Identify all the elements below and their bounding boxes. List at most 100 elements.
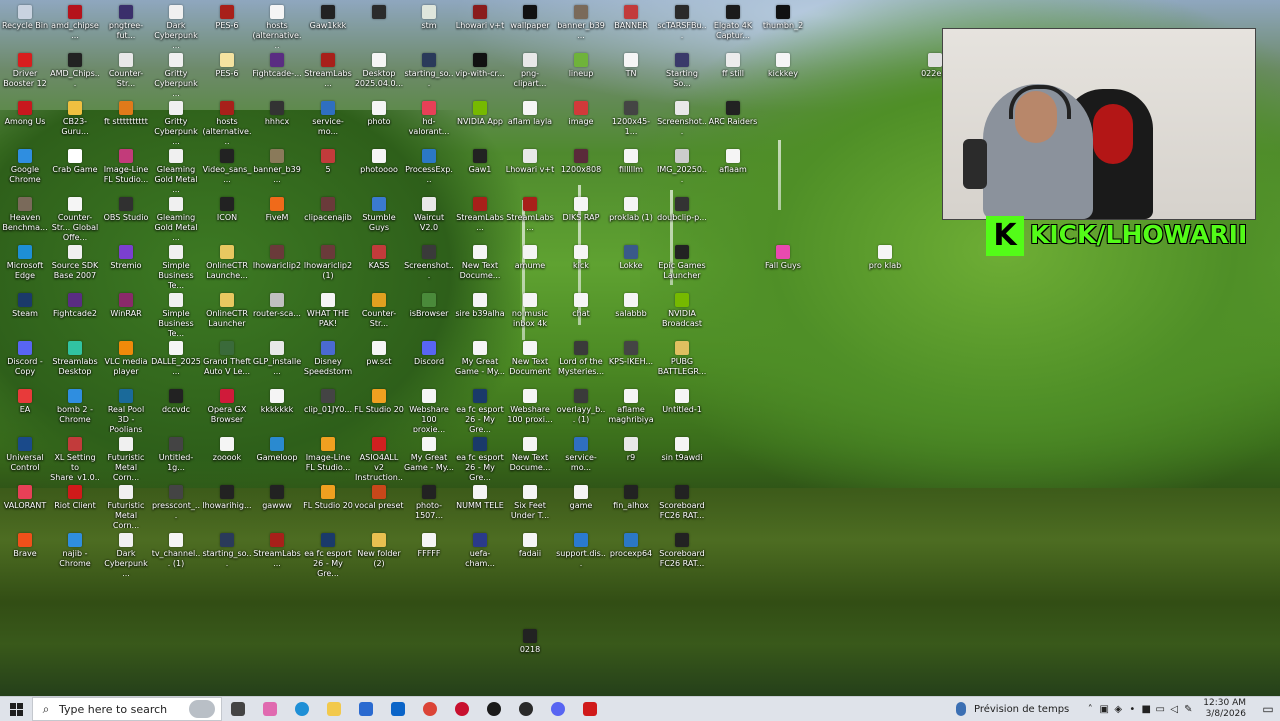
desktop-icon[interactable]: banner_b39...	[556, 0, 606, 48]
desktop-icon[interactable]: doubclip-p...	[657, 192, 707, 240]
desktop-icon[interactable]: Screenshot...	[404, 240, 454, 288]
desktop-icon[interactable]: isBrowser	[404, 288, 454, 336]
desktop-icon[interactable]: zooook	[202, 432, 252, 480]
desktop-icon[interactable]: png-clipart...	[505, 48, 555, 96]
clock[interactable]: 12:30 AM 3/8/2026	[1203, 698, 1246, 720]
desktop-icon[interactable]: ICON	[202, 192, 252, 240]
desktop-icon[interactable]: ea fc esport 26 - My Gre...	[303, 528, 353, 576]
desktop-icon[interactable]: ea fc esport 26 - My Gre...	[455, 432, 505, 480]
shield-icon[interactable]: ◈	[1111, 697, 1125, 721]
desktop-icon[interactable]: hosts (alternative...	[252, 0, 302, 48]
desktop-icon[interactable]: router-sca...	[252, 288, 302, 336]
desktop-icon[interactable]: KASS	[354, 240, 404, 288]
desktop-icon[interactable]: tv_channel... (1)	[151, 528, 201, 576]
desktop-icon[interactable]: My Great Game - My...	[455, 336, 505, 384]
desktop-icon[interactable]: starting_so...	[404, 48, 454, 96]
desktop-icon[interactable]: Lhowari v+t	[455, 0, 505, 48]
desktop-icon[interactable]: kick	[556, 240, 606, 288]
desktop-icon[interactable]: VALORANT	[0, 480, 50, 528]
desktop-icon[interactable]: Counter-Str... Global Offe...	[50, 192, 100, 240]
desktop-icon[interactable]: CB23-Guru...	[50, 96, 100, 144]
desktop-icon[interactable]: New Text Docume...	[455, 240, 505, 288]
desktop-icon[interactable]: Counter-Str...	[354, 288, 404, 336]
desktop-icon[interactable]: clip_01JY0...	[303, 384, 353, 432]
desktop-icon[interactable]: NVIDIA Broadcast	[657, 288, 707, 336]
desktop-icon[interactable]: 1200x45-1...	[606, 96, 656, 144]
desktop-icon[interactable]: proklab (1)	[606, 192, 656, 240]
desktop-icon[interactable]: BANNER	[606, 0, 656, 48]
desktop-icon[interactable]: Gritty Cyberpunk ...	[151, 48, 201, 96]
desktop-icon[interactable]: Disney Speedstorm	[303, 336, 353, 384]
desktop-icon[interactable]: starting_so...	[202, 528, 252, 576]
desktop-icon[interactable]: My Great Game - My...	[404, 432, 454, 480]
taskbar-app-red-square-button[interactable]	[574, 697, 606, 721]
desktop-icon[interactable]: photo-1507...	[404, 480, 454, 528]
desktop-icon[interactable]: New folder (2)	[354, 528, 404, 576]
desktop-icon[interactable]: OBS Studio	[101, 192, 151, 240]
desktop-icon[interactable]: Fall Guys	[758, 240, 808, 288]
desktop-icon[interactable]: fadaii	[505, 528, 555, 576]
desktop-icon[interactable]: presscont_...	[151, 480, 201, 528]
desktop-icon[interactable]: thumbn_2	[758, 0, 808, 48]
desktop-icon[interactable]: 1200x808	[556, 144, 606, 192]
volume-icon[interactable]: ◁	[1167, 697, 1181, 721]
desktop-icon[interactable]: clipacenajib	[303, 192, 353, 240]
desktop-icon[interactable]: gawww	[252, 480, 302, 528]
desktop-icon[interactable]: filllllm	[606, 144, 656, 192]
desktop-icon[interactable]: pngtree-fut...	[101, 0, 151, 48]
desktop-icon[interactable]: image	[556, 96, 606, 144]
desktop-icon[interactable]: najib - Chrome	[50, 528, 100, 576]
desktop-icon[interactable]: amd_chipse...	[50, 0, 100, 48]
desktop-icon[interactable]: kickkey	[758, 48, 808, 96]
desktop-icon[interactable]: Scoreboard FC26 RAT...	[657, 528, 707, 576]
desktop-icon[interactable]: Starting So...	[657, 48, 707, 96]
desktop-icon[interactable]: PUBG BATTLEGR...	[657, 336, 707, 384]
chevron-up-icon[interactable]: ˄	[1083, 697, 1097, 721]
desktop-icon[interactable]: sire b39alha	[455, 288, 505, 336]
desktop-icon[interactable]: sin t9awdi	[657, 432, 707, 480]
desktop-icon[interactable]: Fightcade-...	[252, 48, 302, 96]
desktop-icon[interactable]: FL Studio 20	[303, 480, 353, 528]
desktop-icon[interactable]	[354, 0, 404, 48]
desktop-icon[interactable]: VLC media player	[101, 336, 151, 384]
desktop-icon[interactable]: wallpaper	[505, 0, 555, 48]
desktop-icon[interactable]: KPS-IKEH...	[606, 336, 656, 384]
taskbar-search-box[interactable]: ⌕ Type here to search	[32, 697, 222, 721]
desktop-icon[interactable]: Scoreboard FC26 RAT...	[657, 480, 707, 528]
desktop-icon[interactable]: fin_alhox	[606, 480, 656, 528]
desktop-icon[interactable]: Gleaming Gold Metal ...	[151, 144, 201, 192]
desktop-icon[interactable]: Universal Control	[0, 432, 50, 480]
desktop-icon[interactable]: chat	[556, 288, 606, 336]
taskbar-copilot-button[interactable]	[254, 697, 286, 721]
desktop-icon[interactable]: kkkkkkk	[252, 384, 302, 432]
desktop-icon[interactable]: OnlineCTR Launcher	[202, 288, 252, 336]
desktop-icon[interactable]: photoooo	[354, 144, 404, 192]
taskbar-app-red-button[interactable]	[446, 697, 478, 721]
desktop-icon[interactable]: hd-valorant...	[404, 96, 454, 144]
desktop-icon[interactable]: TN	[606, 48, 656, 96]
desktop-icon[interactable]: DALLE_2025...	[151, 336, 201, 384]
desktop-icon[interactable]: StreamLabs...	[505, 192, 555, 240]
desktop-icon[interactable]: New Text Document	[505, 336, 555, 384]
desktop-icon[interactable]: Crab Game	[50, 144, 100, 192]
desktop-icon[interactable]: NUMM TELE	[455, 480, 505, 528]
desktop-icon[interactable]: Dark Cyberpunk ...	[101, 528, 151, 576]
pen-icon[interactable]: ✎	[1181, 697, 1195, 721]
desktop-icon[interactable]: ft stttttttttt	[101, 96, 151, 144]
desktop-icon[interactable]: bomb 2 - Chrome	[50, 384, 100, 432]
desktop-icon[interactable]: aflam layla	[505, 96, 555, 144]
desktop-icon[interactable]: Microsoft Edge	[0, 240, 50, 288]
desktop-icon[interactable]: Source SDK Base 2007	[50, 240, 100, 288]
taskbar-microsoft-store-button[interactable]	[350, 697, 382, 721]
desktop-icon[interactable]: dccvdc	[151, 384, 201, 432]
desktop-icon[interactable]: Desktop 2025.04.0...	[354, 48, 404, 96]
desktop-icon[interactable]: Screenshot...	[657, 96, 707, 144]
desktop-icon[interactable]: Futuristic Metal Corn...	[101, 432, 151, 480]
desktop-icon[interactable]: Gritty Cyberpunk ...	[151, 96, 201, 144]
desktop-icon[interactable]: pw.sct	[354, 336, 404, 384]
desktop-icon[interactable]: PES-6	[202, 48, 252, 96]
desktop-icon[interactable]: Video_sans_...	[202, 144, 252, 192]
desktop-icon[interactable]: GLP_installe...	[252, 336, 302, 384]
desktop-icon[interactable]: Lokke	[606, 240, 656, 288]
desktop-icon[interactable]: OnlineCTR Launche...	[202, 240, 252, 288]
